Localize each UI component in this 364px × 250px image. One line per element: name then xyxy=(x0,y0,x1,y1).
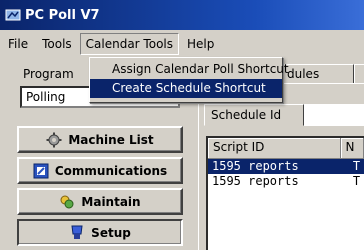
menu-tools[interactable]: Tools xyxy=(36,33,78,55)
script-list[interactable]: Script ID N 1595 reports T 1595 reports … xyxy=(206,136,364,250)
menu-help[interactable]: Help xyxy=(181,33,220,55)
list-item[interactable]: 1595 reports T xyxy=(208,174,364,189)
menu-item-create-schedule-shortcut[interactable]: Create Schedule Shortcut xyxy=(90,79,282,98)
tab-next[interactable] xyxy=(354,64,364,84)
program-label: Program xyxy=(23,67,74,81)
communications-button[interactable]: Communications xyxy=(17,157,183,184)
extra-cell: T xyxy=(352,159,361,173)
app-icon xyxy=(5,7,21,23)
communications-label: Communications xyxy=(54,163,168,178)
setup-icon xyxy=(69,225,85,241)
tab-schedule-id-label: Schedule Id xyxy=(211,108,282,122)
script-id-cell: 1595 reports xyxy=(212,174,299,188)
setup-button[interactable]: Setup xyxy=(17,219,183,246)
maintain-button[interactable]: Maintain xyxy=(17,188,183,215)
list-header: Script ID N xyxy=(208,138,364,159)
communications-icon xyxy=(33,163,49,179)
column-header-script-id[interactable]: Script ID xyxy=(208,138,341,158)
list-item[interactable]: 1595 reports T xyxy=(208,159,364,174)
title-bar[interactable]: PC Poll V7 xyxy=(0,0,364,30)
script-id-cell: 1595 reports xyxy=(212,159,299,173)
menu-file[interactable]: File xyxy=(2,33,34,55)
tab-schedule-field[interactable] xyxy=(304,104,364,126)
app-window: PC Poll V7 File Tools Calendar Tools Hel… xyxy=(0,0,364,250)
tab-schedules-label: dules xyxy=(287,67,320,81)
menu-bar: File Tools Calendar Tools Help xyxy=(0,30,364,57)
maintain-label: Maintain xyxy=(81,194,141,209)
window-title: PC Poll V7 xyxy=(25,7,100,23)
program-select-value: Polling xyxy=(26,90,66,104)
maintain-icon xyxy=(59,194,75,210)
machine-list-button[interactable]: Machine List xyxy=(17,126,183,153)
gear-icon xyxy=(46,132,62,148)
tab-schedule-id[interactable]: Schedule Id xyxy=(204,104,304,126)
tab-schedules[interactable]: dules xyxy=(280,64,354,84)
menu-item-assign-calendar-poll-shortcut[interactable]: Assign Calendar Poll Shortcut xyxy=(90,60,289,79)
menu-calendar-tools[interactable]: Calendar Tools xyxy=(79,32,179,55)
column-header-n[interactable]: N xyxy=(341,138,364,158)
extra-cell: T xyxy=(352,174,361,188)
machine-list-label: Machine List xyxy=(68,132,154,147)
calendar-tools-menu: Assign Calendar Poll Shortcut Create Sch… xyxy=(89,57,289,103)
setup-label: Setup xyxy=(91,225,131,240)
